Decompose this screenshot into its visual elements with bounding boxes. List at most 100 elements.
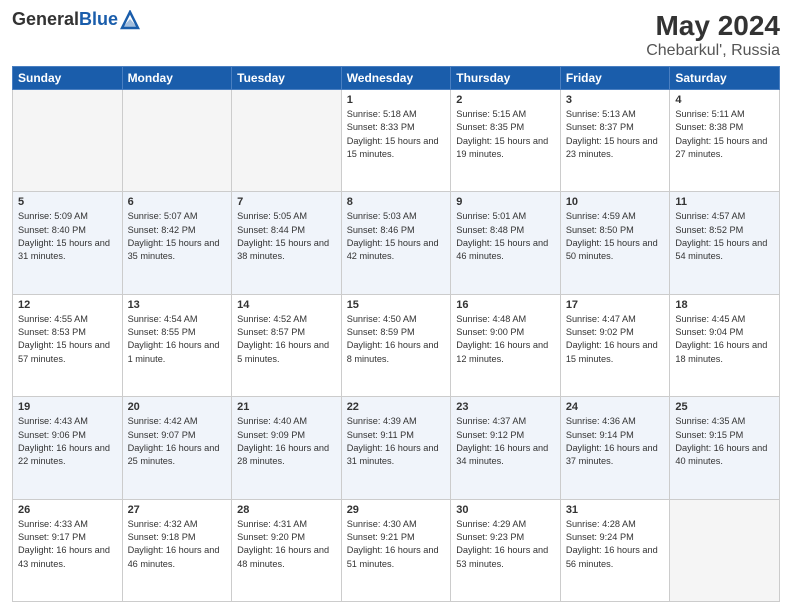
- day-number: 20: [128, 401, 227, 413]
- day-number: 15: [347, 299, 446, 311]
- table-row: 7 Sunrise: 5:05 AM Sunset: 8:44 PM Daylig…: [232, 192, 342, 294]
- day-info: Sunrise: 5:03 AM Sunset: 8:46 PM Dayligh…: [347, 210, 446, 263]
- day-number: 4: [675, 94, 774, 106]
- day-info: Sunrise: 5:01 AM Sunset: 8:48 PM Dayligh…: [456, 210, 555, 263]
- table-row: 24 Sunrise: 4:36 AM Sunset: 9:14 PM Dayli…: [560, 397, 670, 499]
- day-number: 6: [128, 196, 227, 208]
- table-row: 1 Sunrise: 5:18 AM Sunset: 8:33 PM Daylig…: [341, 90, 451, 192]
- col-tuesday: Tuesday: [232, 67, 342, 90]
- table-row: 18 Sunrise: 4:45 AM Sunset: 9:04 PM Dayli…: [670, 294, 780, 396]
- day-number: 8: [347, 196, 446, 208]
- day-number: 27: [128, 504, 227, 516]
- day-info: Sunrise: 4:45 AM Sunset: 9:04 PM Dayligh…: [675, 313, 774, 366]
- header-row: Sunday Monday Tuesday Wednesday Thursday…: [13, 67, 780, 90]
- day-info: Sunrise: 4:30 AM Sunset: 9:21 PM Dayligh…: [347, 518, 446, 571]
- table-row: 8 Sunrise: 5:03 AM Sunset: 8:46 PM Daylig…: [341, 192, 451, 294]
- day-number: 2: [456, 94, 555, 106]
- day-info: Sunrise: 4:39 AM Sunset: 9:11 PM Dayligh…: [347, 415, 446, 468]
- day-info: Sunrise: 4:36 AM Sunset: 9:14 PM Dayligh…: [566, 415, 665, 468]
- day-info: Sunrise: 4:47 AM Sunset: 9:02 PM Dayligh…: [566, 313, 665, 366]
- month-title: May 2024: [646, 10, 780, 42]
- table-row: 27 Sunrise: 4:32 AM Sunset: 9:18 PM Dayli…: [122, 499, 232, 601]
- table-row: [13, 90, 123, 192]
- table-row: 2 Sunrise: 5:15 AM Sunset: 8:35 PM Daylig…: [451, 90, 561, 192]
- day-number: 14: [237, 299, 336, 311]
- table-row: 19 Sunrise: 4:43 AM Sunset: 9:06 PM Dayli…: [13, 397, 123, 499]
- col-friday: Friday: [560, 67, 670, 90]
- day-number: 9: [456, 196, 555, 208]
- day-number: 7: [237, 196, 336, 208]
- day-number: 29: [347, 504, 446, 516]
- day-number: 17: [566, 299, 665, 311]
- table-row: 12 Sunrise: 4:55 AM Sunset: 8:53 PM Dayli…: [13, 294, 123, 396]
- day-number: 5: [18, 196, 117, 208]
- day-info: Sunrise: 4:33 AM Sunset: 9:17 PM Dayligh…: [18, 518, 117, 571]
- day-number: 26: [18, 504, 117, 516]
- day-info: Sunrise: 4:42 AM Sunset: 9:07 PM Dayligh…: [128, 415, 227, 468]
- day-number: 1: [347, 94, 446, 106]
- logo-icon: [120, 10, 140, 30]
- day-info: Sunrise: 4:37 AM Sunset: 9:12 PM Dayligh…: [456, 415, 555, 468]
- col-monday: Monday: [122, 67, 232, 90]
- table-row: 3 Sunrise: 5:13 AM Sunset: 8:37 PM Daylig…: [560, 90, 670, 192]
- calendar-row: 1 Sunrise: 5:18 AM Sunset: 8:33 PM Daylig…: [13, 90, 780, 192]
- day-number: 30: [456, 504, 555, 516]
- col-saturday: Saturday: [670, 67, 780, 90]
- day-info: Sunrise: 5:18 AM Sunset: 8:33 PM Dayligh…: [347, 108, 446, 161]
- day-info: Sunrise: 5:09 AM Sunset: 8:40 PM Dayligh…: [18, 210, 117, 263]
- page: GeneralBlue May 2024 Chebarkul', Russia …: [0, 0, 792, 612]
- table-row: 31Sunrise: 4:28 AM Sunset: 9:24 PM Dayli…: [560, 499, 670, 601]
- day-info: Sunrise: 5:13 AM Sunset: 8:37 PM Dayligh…: [566, 108, 665, 161]
- day-info: Sunrise: 4:57 AM Sunset: 8:52 PM Dayligh…: [675, 210, 774, 263]
- day-info: Sunrise: 5:15 AM Sunset: 8:35 PM Dayligh…: [456, 108, 555, 161]
- logo-general-text: GeneralBlue: [12, 10, 118, 30]
- day-info: Sunrise: 4:50 AM Sunset: 8:59 PM Dayligh…: [347, 313, 446, 366]
- calendar-row: 5 Sunrise: 5:09 AM Sunset: 8:40 PM Daylig…: [13, 192, 780, 294]
- col-thursday: Thursday: [451, 67, 561, 90]
- day-number: 16: [456, 299, 555, 311]
- calendar-row: 26 Sunrise: 4:33 AM Sunset: 9:17 PM Dayli…: [13, 499, 780, 601]
- logo: GeneralBlue: [12, 10, 140, 30]
- table-row: 15 Sunrise: 4:50 AM Sunset: 8:59 PM Dayli…: [341, 294, 451, 396]
- day-number: 21: [237, 401, 336, 413]
- day-info: Sunrise: 4:31 AM Sunset: 9:20 PM Dayligh…: [237, 518, 336, 571]
- day-info: Sunrise: 4:43 AM Sunset: 9:06 PM Dayligh…: [18, 415, 117, 468]
- day-number: 28: [237, 504, 336, 516]
- day-info: Sunrise: 5:07 AM Sunset: 8:42 PM Dayligh…: [128, 210, 227, 263]
- table-row: 5 Sunrise: 5:09 AM Sunset: 8:40 PM Daylig…: [13, 192, 123, 294]
- day-number: 3: [566, 94, 665, 106]
- table-row: 30 Sunrise: 4:29 AM Sunset: 9:23 PM Dayli…: [451, 499, 561, 601]
- header: GeneralBlue May 2024 Chebarkul', Russia: [12, 10, 780, 60]
- day-number: 10: [566, 196, 665, 208]
- table-row: 20 Sunrise: 4:42 AM Sunset: 9:07 PM Dayli…: [122, 397, 232, 499]
- table-row: [122, 90, 232, 192]
- table-row: 11 Sunrise: 4:57 AM Sunset: 8:52 PM Dayli…: [670, 192, 780, 294]
- table-row: 16 Sunrise: 4:48 AM Sunset: 9:00 PM Dayli…: [451, 294, 561, 396]
- table-row: 9 Sunrise: 5:01 AM Sunset: 8:48 PM Daylig…: [451, 192, 561, 294]
- day-number: 19: [18, 401, 117, 413]
- day-number: 24: [566, 401, 665, 413]
- location: Chebarkul', Russia: [646, 42, 780, 60]
- day-info: Sunrise: 4:48 AM Sunset: 9:00 PM Dayligh…: [456, 313, 555, 366]
- day-info: Sunrise: 4:29 AM Sunset: 9:23 PM Dayligh…: [456, 518, 555, 571]
- day-info: Sunrise: 4:52 AM Sunset: 8:57 PM Dayligh…: [237, 313, 336, 366]
- col-sunday: Sunday: [13, 67, 123, 90]
- day-number: 25: [675, 401, 774, 413]
- day-info: Sunrise: 4:32 AM Sunset: 9:18 PM Dayligh…: [128, 518, 227, 571]
- table-row: 6 Sunrise: 5:07 AM Sunset: 8:42 PM Daylig…: [122, 192, 232, 294]
- day-number: 18: [675, 299, 774, 311]
- table-row: 17 Sunrise: 4:47 AM Sunset: 9:02 PM Dayli…: [560, 294, 670, 396]
- table-row: 25Sunrise: 4:35 AM Sunset: 9:15 PM Dayli…: [670, 397, 780, 499]
- day-info: Sunrise: 4:55 AM Sunset: 8:53 PM Dayligh…: [18, 313, 117, 366]
- calendar-row: 12 Sunrise: 4:55 AM Sunset: 8:53 PM Dayli…: [13, 294, 780, 396]
- day-number: 12: [18, 299, 117, 311]
- day-info: Sunrise: 4:40 AM Sunset: 9:09 PM Dayligh…: [237, 415, 336, 468]
- day-info: Sunrise: 5:05 AM Sunset: 8:44 PM Dayligh…: [237, 210, 336, 263]
- table-row: 28 Sunrise: 4:31 AM Sunset: 9:20 PM Dayli…: [232, 499, 342, 601]
- table-row: 26 Sunrise: 4:33 AM Sunset: 9:17 PM Dayli…: [13, 499, 123, 601]
- day-info: Sunrise: 4:28 AM Sunset: 9:24 PM Dayligh…: [566, 518, 665, 571]
- day-number: 11: [675, 196, 774, 208]
- day-number: 23: [456, 401, 555, 413]
- col-wednesday: Wednesday: [341, 67, 451, 90]
- table-row: 13Sunrise: 4:54 AM Sunset: 8:55 PM Dayli…: [122, 294, 232, 396]
